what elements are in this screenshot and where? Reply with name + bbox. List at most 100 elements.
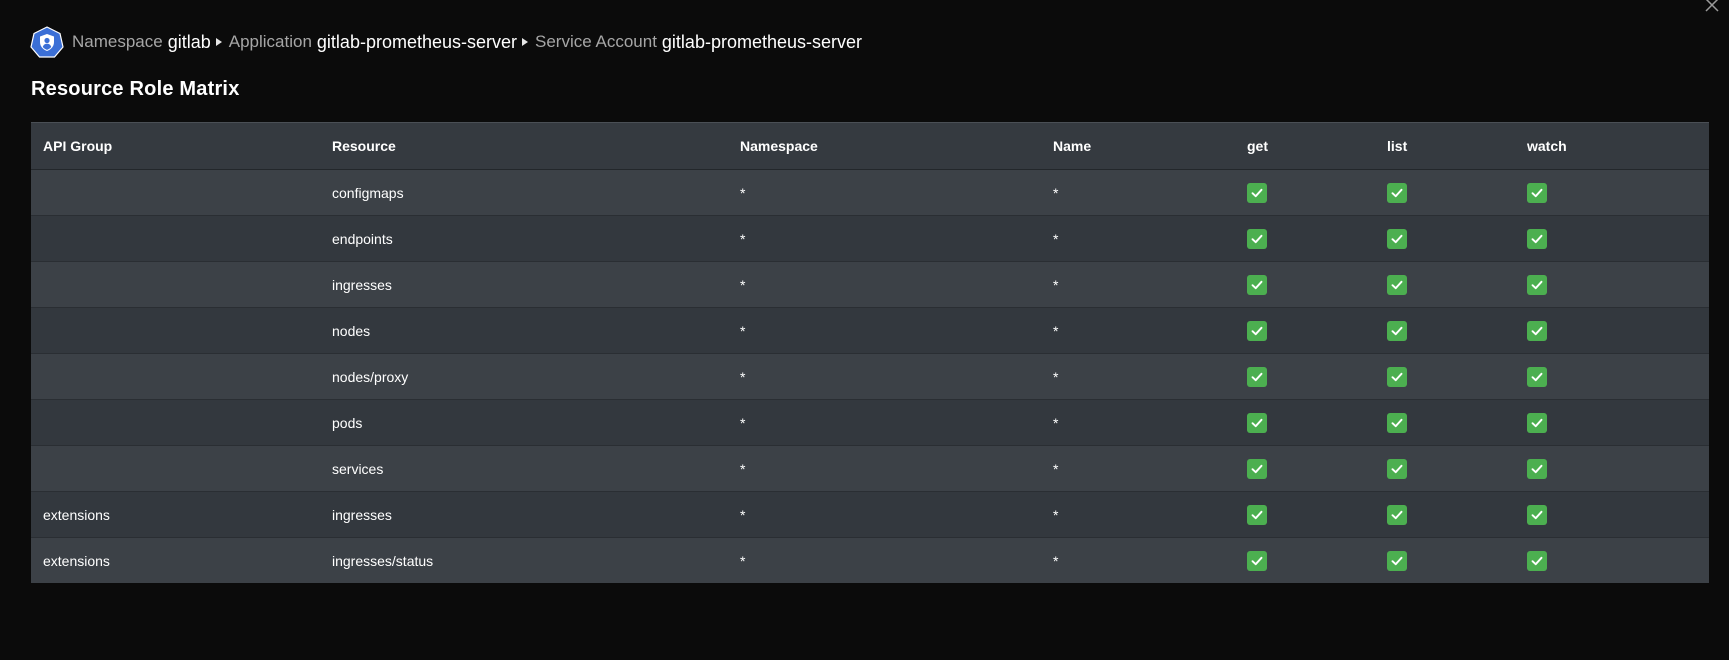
- checkbox-checked-icon: [1527, 228, 1547, 249]
- cell-watch: [1515, 537, 1709, 583]
- table-header-row: API Group Resource Namespace Name get li…: [31, 122, 1709, 170]
- cell-api-group: [31, 307, 320, 354]
- cell-get: [1235, 491, 1375, 538]
- checkbox-checked-icon: [1247, 504, 1267, 525]
- checkbox-checked-icon: [1527, 504, 1547, 525]
- table-row: ingresses * *: [31, 261, 1709, 308]
- checkbox-checked-icon: [1387, 228, 1407, 249]
- page-title: Resource Role Matrix: [31, 78, 240, 100]
- checkbox-checked-icon: [1247, 366, 1267, 387]
- column-header-list: list: [1375, 122, 1515, 170]
- checkbox-checked-icon: [1527, 320, 1547, 341]
- checkbox-checked-icon: [1387, 504, 1407, 525]
- checkbox-checked-icon: [1387, 182, 1407, 203]
- cell-namespace: *: [728, 353, 1041, 400]
- cell-name: *: [1041, 215, 1235, 262]
- column-header-resource: Resource: [320, 122, 728, 170]
- checkbox-checked-icon: [1387, 274, 1407, 295]
- cell-watch: [1515, 491, 1709, 538]
- cell-namespace: *: [728, 307, 1041, 354]
- cell-api-group: [31, 445, 320, 492]
- checkbox-checked-icon: [1247, 182, 1267, 203]
- checkbox-checked-icon: [1387, 550, 1407, 571]
- cell-namespace: *: [728, 445, 1041, 492]
- cell-name: *: [1041, 169, 1235, 216]
- cell-namespace: *: [728, 169, 1041, 216]
- cell-api-group: [31, 353, 320, 400]
- cell-resource: endpoints: [320, 215, 728, 262]
- cell-api-group: [31, 215, 320, 262]
- resource-role-matrix-table: API Group Resource Namespace Name get li…: [31, 122, 1709, 583]
- cell-get: [1235, 261, 1375, 308]
- checkbox-checked-icon: [1387, 412, 1407, 433]
- cell-list: [1375, 353, 1515, 400]
- cell-resource: services: [320, 445, 728, 492]
- cell-api-group: extensions: [31, 491, 320, 538]
- breadcrumb-namespace-label: Namespace: [72, 32, 163, 51]
- column-header-name: Name: [1041, 122, 1235, 170]
- cell-get: [1235, 445, 1375, 492]
- breadcrumb-namespace-link[interactable]: gitlab: [168, 32, 211, 53]
- close-button[interactable]: [1703, 0, 1721, 14]
- cell-name: *: [1041, 399, 1235, 446]
- column-header-namespace: Namespace: [728, 122, 1041, 170]
- table-row: endpoints * *: [31, 215, 1709, 262]
- cell-watch: [1515, 353, 1709, 400]
- cell-list: [1375, 399, 1515, 446]
- cell-resource: configmaps: [320, 169, 728, 216]
- cell-namespace: *: [728, 215, 1041, 262]
- cell-name: *: [1041, 307, 1235, 354]
- table-row: services * *: [31, 445, 1709, 492]
- breadcrumb-application-link[interactable]: gitlab-prometheus-server: [317, 32, 517, 53]
- cell-api-group: extensions: [31, 537, 320, 583]
- table-row: configmaps * *: [31, 169, 1709, 216]
- cell-get: [1235, 399, 1375, 446]
- cell-namespace: *: [728, 399, 1041, 446]
- checkbox-checked-icon: [1527, 550, 1547, 571]
- cell-api-group: [31, 399, 320, 446]
- breadcrumb: Namespace gitlab Application gitlab-prom…: [30, 26, 862, 58]
- table-row: extensions ingresses/status * *: [31, 537, 1709, 583]
- cell-get: [1235, 215, 1375, 262]
- cell-name: *: [1041, 491, 1235, 538]
- checkbox-checked-icon: [1247, 320, 1267, 341]
- checkbox-checked-icon: [1387, 366, 1407, 387]
- checkbox-checked-icon: [1527, 412, 1547, 433]
- cell-resource: ingresses/status: [320, 537, 728, 583]
- cell-get: [1235, 353, 1375, 400]
- cell-resource: nodes/proxy: [320, 353, 728, 400]
- caret-right-icon: [215, 38, 222, 46]
- cell-watch: [1515, 307, 1709, 354]
- cell-resource: ingresses: [320, 491, 728, 538]
- column-header-watch: watch: [1515, 122, 1709, 170]
- cell-watch: [1515, 169, 1709, 216]
- column-header-get: get: [1235, 122, 1375, 170]
- caret-right-icon: [522, 38, 529, 46]
- breadcrumb-service-account-link[interactable]: gitlab-prometheus-server: [662, 32, 862, 53]
- cell-list: [1375, 261, 1515, 308]
- cell-list: [1375, 491, 1515, 538]
- cell-list: [1375, 537, 1515, 583]
- cell-get: [1235, 537, 1375, 583]
- cell-list: [1375, 445, 1515, 492]
- cell-resource: nodes: [320, 307, 728, 354]
- table-row: extensions ingresses * *: [31, 491, 1709, 538]
- checkbox-checked-icon: [1527, 458, 1547, 479]
- cell-get: [1235, 307, 1375, 354]
- close-icon: [1705, 0, 1719, 12]
- cell-list: [1375, 169, 1515, 216]
- table-row: pods * *: [31, 399, 1709, 446]
- checkbox-checked-icon: [1387, 320, 1407, 341]
- cell-name: *: [1041, 261, 1235, 308]
- cell-resource: pods: [320, 399, 728, 446]
- cell-api-group: [31, 169, 320, 216]
- table-row: nodes * *: [31, 307, 1709, 354]
- checkbox-checked-icon: [1247, 550, 1267, 571]
- cell-watch: [1515, 215, 1709, 262]
- cell-list: [1375, 307, 1515, 354]
- checkbox-checked-icon: [1527, 274, 1547, 295]
- checkbox-checked-icon: [1527, 182, 1547, 203]
- cell-namespace: *: [728, 491, 1041, 538]
- checkbox-checked-icon: [1527, 366, 1547, 387]
- cell-resource: ingresses: [320, 261, 728, 308]
